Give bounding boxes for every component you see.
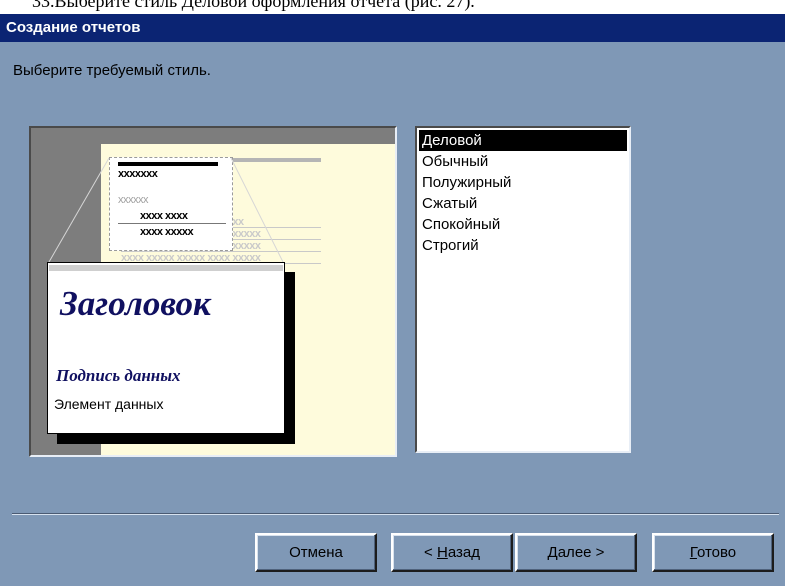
style-listbox[interactable]: Деловой Обычный Полужирный Сжатый Спокойный С… bbox=[415, 126, 631, 453]
document-caption-text: 33.Выберите стиль Деловой оформления отч… bbox=[32, 0, 475, 11]
finish-rest: отово bbox=[696, 544, 737, 561]
instruction-label: Выберите требуемый стиль. bbox=[13, 62, 211, 79]
style-option[interactable]: Спокойный bbox=[419, 214, 627, 235]
button-separator bbox=[12, 513, 779, 515]
style-option[interactable]: Полужирный bbox=[419, 172, 627, 193]
next-rest: алее > bbox=[557, 544, 605, 561]
next-accelerator: Д bbox=[547, 544, 558, 561]
sample-card: Заголовок Подпись данных Элемент данных bbox=[47, 262, 285, 434]
dialog-title: Создание отчетов bbox=[6, 19, 141, 36]
back-rest: азад bbox=[447, 544, 480, 561]
back-button[interactable]: < Назад bbox=[391, 533, 513, 572]
next-button[interactable]: Далее > bbox=[515, 533, 637, 572]
sample-card-bar bbox=[49, 265, 283, 271]
sample-caption: Подпись данных bbox=[56, 366, 181, 385]
sample-title: Заголовок bbox=[60, 284, 211, 323]
style-option[interactable]: Сжатый bbox=[419, 193, 627, 214]
finish-button[interactable]: Готово bbox=[652, 533, 774, 572]
style-option[interactable]: Обычный bbox=[419, 151, 627, 172]
finish-accelerator: Г bbox=[689, 544, 697, 561]
document-caption-fragment: 33.Выберите стиль Деловой оформления отч… bbox=[0, 0, 785, 14]
cancel-button[interactable]: Отмена bbox=[255, 533, 377, 572]
style-option[interactable]: Деловой bbox=[419, 130, 627, 151]
style-preview: xxxx x xxx xx xx xx xx xxx xxxxx xxxx x xxxx x… bbox=[29, 126, 397, 457]
dialog-titlebar: Создание отчетов bbox=[0, 14, 785, 42]
back-accelerator: Н bbox=[436, 544, 448, 561]
sample-element: Элемент данных bbox=[54, 396, 164, 412]
cancel-label: Отмена bbox=[289, 544, 343, 561]
style-list: Деловой Обычный Полужирный Сжатый Спокойный С… bbox=[417, 128, 629, 256]
style-option[interactable]: Строгий bbox=[419, 235, 627, 256]
back-prefix: < bbox=[424, 544, 437, 561]
